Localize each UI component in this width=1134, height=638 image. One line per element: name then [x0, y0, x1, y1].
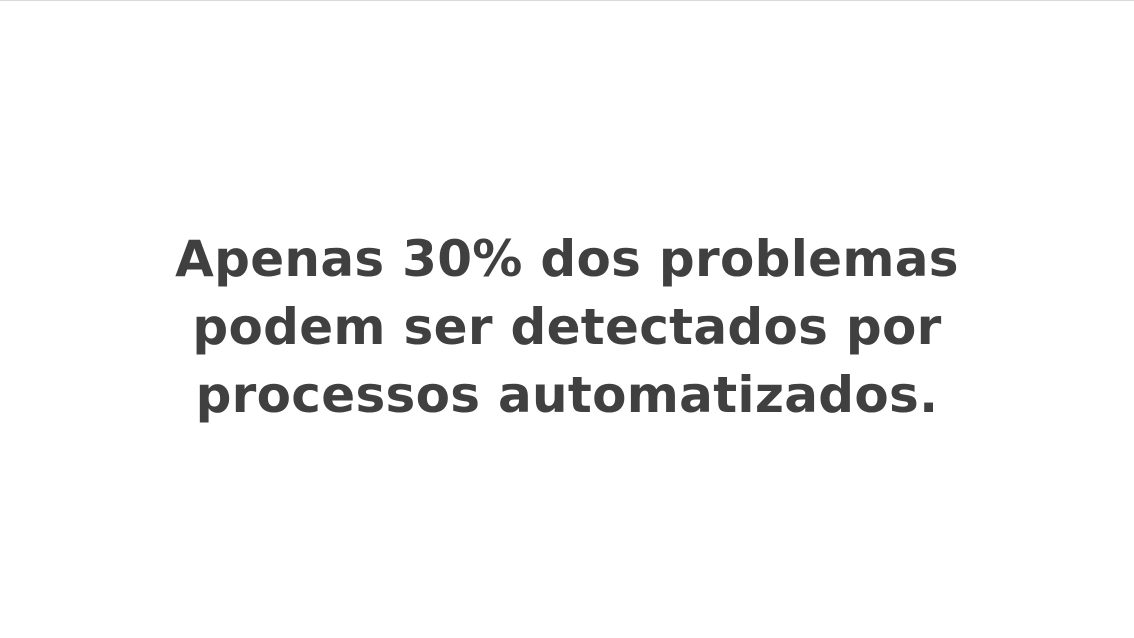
statement-line-1: Apenas 30% dos problemas [175, 230, 959, 288]
statement-line-2: podem ser detectados por [192, 298, 942, 356]
slide-canvas: Apenas 30% dos problemas podem ser detec… [0, 0, 1134, 638]
statement-text: Apenas 30% dos problemas podem ser detec… [0, 225, 1134, 429]
statement-line-3: processos automatizados. [195, 366, 939, 424]
